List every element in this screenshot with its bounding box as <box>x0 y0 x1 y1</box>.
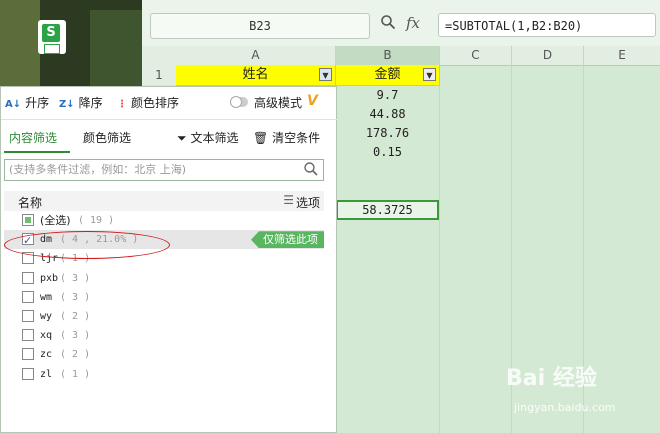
row-header-1[interactable]: 1 <box>142 65 177 85</box>
zoom-icon[interactable] <box>380 14 396 34</box>
checkbox[interactable] <box>22 309 34 322</box>
desktop-foliage-2 <box>90 10 142 86</box>
item-count: ( 1 ) <box>60 368 91 380</box>
item-count: ( 19 ) <box>78 215 115 226</box>
list-header-options[interactable]: 选项 <box>296 194 320 211</box>
wps-spreadsheet-icon[interactable]: S <box>38 20 66 54</box>
item-name: wm <box>40 291 53 303</box>
sort-bar: A↓ 升序 Z↓ 降序 ⋮ 颜色排序 高级模式 V <box>1 87 338 120</box>
checkbox[interactable] <box>22 329 34 342</box>
fx-icon[interactable]: fx <box>406 14 420 32</box>
clear-conditions-button[interactable]: 🗑 清空条件 <box>253 129 320 146</box>
list-item[interactable]: zl ( 1 ) <box>4 365 324 384</box>
list-item[interactable]: zc ( 2 ) <box>4 345 324 364</box>
desktop-foliage <box>0 0 40 86</box>
amount-cell[interactable]: 9.7 <box>336 85 439 105</box>
filter-search-input[interactable]: (支持多条件过滤，例如：北京 上海) <box>4 159 324 181</box>
item-name: zl <box>40 368 53 380</box>
item-count: ( 3 ) <box>60 291 91 303</box>
color-sort-icon: ⋮ <box>117 99 127 110</box>
formula-bar: B23 fx =SUBTOTAL(1,B2:B20) <box>142 0 660 47</box>
header-cell-amount[interactable]: 金额 ▼ <box>336 65 440 86</box>
item-name: xq <box>40 330 53 342</box>
filter-panel: A↓ 升序 Z↓ 降序 ⋮ 颜色排序 高级模式 V 内容筛选 颜色筛选 ⏷ 文本筛选 … <box>0 86 338 433</box>
color-sort-button[interactable]: ⋮ 颜色排序 <box>117 95 179 111</box>
list-item[interactable]: xq ( 3 ) <box>4 326 324 345</box>
filter-tabs: 内容筛选 颜色筛选 ⏷ 文本筛选 🗑 清空条件 <box>1 119 338 153</box>
checkbox-select-all[interactable] <box>22 214 34 226</box>
watermark-logo: Bai 经验 <box>506 366 597 391</box>
red-annotation-oval <box>4 231 170 259</box>
sort-asc-icon: A↓ <box>5 99 22 110</box>
search-icon[interactable] <box>303 161 319 177</box>
color-sort-label: 颜色排序 <box>131 96 180 110</box>
active-tab-underline <box>4 151 70 153</box>
list-header: 名称 ☰ 选项 <box>4 191 324 211</box>
list-header-name: 名称 <box>18 196 43 210</box>
list-item[interactable]: wy ( 2 ) <box>4 307 324 326</box>
funnel-icon: ⏷ <box>177 131 187 145</box>
list-item-select-all[interactable]: (全选) ( 19 ) <box>4 211 324 230</box>
header-amount-label: 金额 <box>374 67 401 82</box>
checkbox[interactable] <box>22 271 34 284</box>
header-cell-name[interactable]: 姓名 ▼ <box>176 65 336 86</box>
trash-icon: 🗑 <box>253 131 269 145</box>
sort-desc-label: 降序 <box>78 96 103 110</box>
watermark-url: jingyan.baidu.com <box>514 401 616 414</box>
item-count: ( 3 ) <box>60 330 91 342</box>
options-icon[interactable]: ☰ <box>283 193 294 207</box>
item-count: ( 3 ) <box>60 272 91 284</box>
text-filter-label: 文本筛选 <box>190 131 239 145</box>
amount-cell[interactable]: 0.15 <box>336 142 439 162</box>
column-header-c[interactable]: C <box>440 46 512 65</box>
column-headers: A B C D E <box>142 46 660 66</box>
tab-color-filter[interactable]: 颜色筛选 <box>83 129 131 146</box>
column-header-b[interactable]: B <box>336 46 440 65</box>
checkbox[interactable] <box>22 367 34 380</box>
desktop-background: S <box>0 0 142 86</box>
item-count: ( 2 ) <box>60 349 91 361</box>
advanced-mode-toggle[interactable] <box>230 96 248 108</box>
only-filter-this-button[interactable]: 仅筛选此项 <box>251 231 324 249</box>
filter-dropdown-icon[interactable]: ▼ <box>319 68 332 81</box>
grid-glyph <box>44 44 60 54</box>
item-name: pxb <box>40 272 59 284</box>
search-placeholder: (支持多条件过滤，例如：北京 上海) <box>9 163 187 176</box>
amount-cell[interactable]: 178.76 <box>336 123 439 143</box>
checkbox[interactable] <box>22 348 34 361</box>
wps-s-logo: S <box>42 24 60 42</box>
column-header-d[interactable]: D <box>512 46 584 65</box>
list-item[interactable]: pxb ( 3 ) <box>4 269 324 288</box>
checkbox[interactable] <box>22 290 34 303</box>
column-header-a[interactable]: A <box>176 46 336 65</box>
formula-input[interactable]: =SUBTOTAL(1,B2:B20) <box>438 13 656 37</box>
vip-v-icon: V <box>307 93 318 109</box>
sort-ascending-button[interactable]: A↓ 升序 <box>5 95 49 111</box>
amount-cell[interactable]: 44.88 <box>336 104 439 124</box>
item-count: ( 2 ) <box>60 310 91 322</box>
column-header-e[interactable]: E <box>584 46 660 65</box>
active-cell-result[interactable]: 58.3725 <box>336 200 439 220</box>
header-name-label: 姓名 <box>242 67 269 82</box>
item-name: wy <box>40 310 53 322</box>
sort-asc-label: 升序 <box>25 96 50 110</box>
advanced-mode-label: 高级模式 <box>254 96 303 110</box>
grid-line <box>439 65 440 433</box>
list-item[interactable]: wm ( 3 ) <box>4 288 324 307</box>
clear-label: 清空条件 <box>272 131 321 145</box>
name-box[interactable]: B23 <box>150 13 370 39</box>
tab-content-filter[interactable]: 内容筛选 <box>9 129 57 146</box>
sort-descending-button[interactable]: Z↓ 降序 <box>59 95 103 111</box>
item-name: (全选) <box>40 214 71 227</box>
item-name: zc <box>40 349 53 361</box>
text-filter-button[interactable]: ⏷ 文本筛选 <box>177 129 238 146</box>
sort-desc-icon: Z↓ <box>59 99 75 110</box>
dropdown-arrow-icon[interactable]: ▼ <box>423 68 436 81</box>
